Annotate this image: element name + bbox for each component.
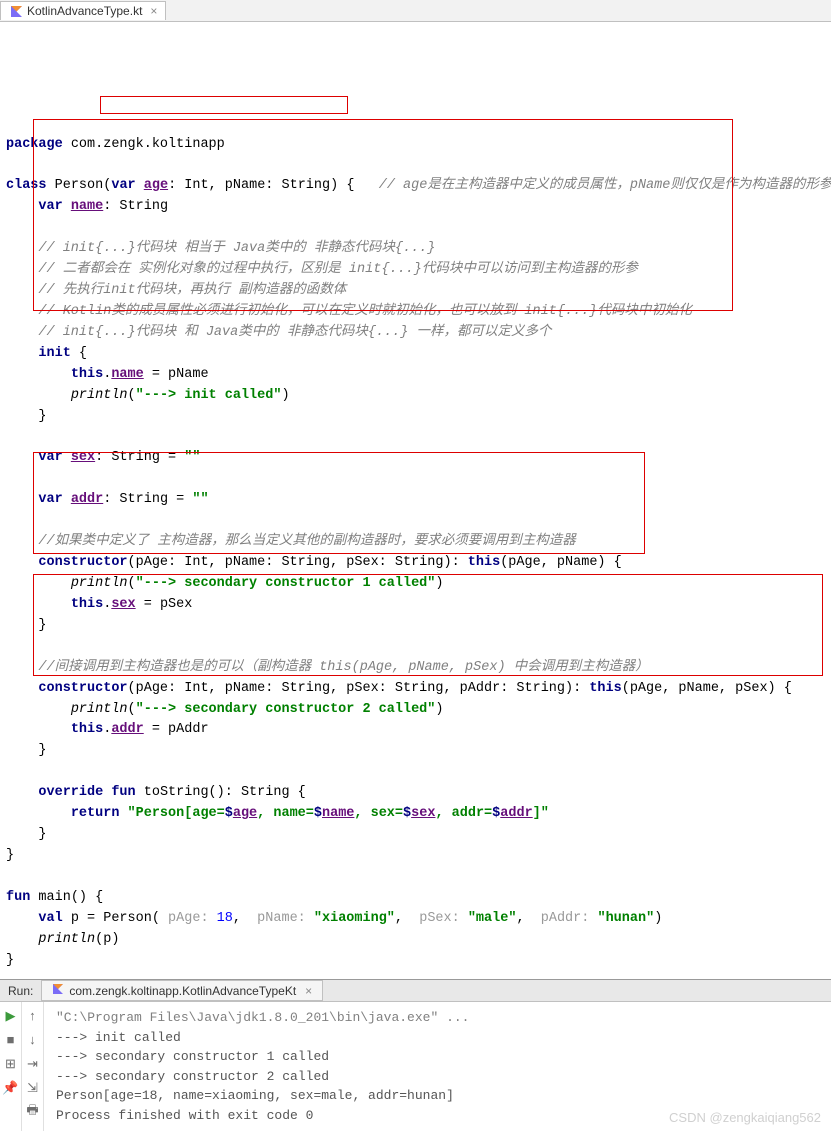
close-icon[interactable]: × [150, 4, 157, 18]
kotlin-icon [52, 983, 64, 998]
editor-tab[interactable]: KotlinAdvanceType.kt × [0, 1, 166, 20]
template: $ [403, 806, 411, 821]
code-text: (pAge: Int, pName: String, pSex: String,… [128, 681, 590, 696]
param-hint: pName: [257, 911, 314, 926]
keyword: override [38, 785, 103, 800]
output-line: ---> secondary constructor 1 called [56, 1047, 819, 1067]
run-header: Run: com.zengk.koltinapp.KotlinAdvanceTy… [0, 980, 831, 1002]
run-panel: Run: com.zengk.koltinapp.KotlinAdvanceTy… [0, 979, 831, 1131]
editor-tab-bar: KotlinAdvanceType.kt × [0, 0, 831, 22]
code-text: } [38, 827, 46, 842]
output-line: ---> init called [56, 1028, 819, 1048]
code-editor[interactable]: package com.zengk.koltinapp class Person… [0, 22, 831, 979]
string: "---> init called" [136, 388, 282, 403]
keyword: fun [6, 890, 30, 905]
code-text: { [71, 346, 87, 361]
string: , sex= [354, 806, 403, 821]
string: ]" [533, 806, 549, 821]
code-text: (pAge: Int, pName: String, pSex: String)… [128, 555, 468, 570]
string: , name= [257, 806, 314, 821]
keyword: fun [111, 785, 135, 800]
template: $ [314, 806, 322, 821]
watermark: CSDN @zengkaiqiang562 [669, 1110, 821, 1125]
keyword: return [71, 806, 120, 821]
number: 18 [217, 911, 233, 926]
run-config-tab[interactable]: com.zengk.koltinapp.KotlinAdvanceTypeKt … [41, 980, 323, 1001]
param-hint: pSex: [419, 911, 468, 926]
code-text: = pAddr [144, 722, 209, 737]
code-text: = pName [144, 367, 209, 382]
property: addr [111, 722, 143, 737]
play-icon[interactable]: ▶ [3, 1008, 19, 1024]
code-text: , [395, 911, 419, 926]
string: "male" [468, 911, 517, 926]
param-hint: pAddr: [541, 911, 598, 926]
code-text: } [38, 409, 46, 424]
code-text: (pAge, pName) { [500, 555, 622, 570]
output-line: "C:\Program Files\Java\jdk1.8.0_201\bin\… [56, 1008, 819, 1028]
string: "hunan" [597, 911, 654, 926]
output-line: ---> secondary constructor 2 called [56, 1067, 819, 1087]
code-text: ) [654, 911, 662, 926]
property: age [233, 806, 257, 821]
code-text: p = Person( [63, 911, 168, 926]
string: "Person[age= [128, 806, 225, 821]
output-line: Person[age=18, name=xiaoming, sex=male, … [56, 1086, 819, 1106]
pin-icon[interactable]: 📌 [3, 1080, 19, 1096]
up-icon[interactable]: ↑ [25, 1008, 41, 1024]
code-text: } [6, 953, 14, 968]
code-text: (pAge, pName, pSex) { [622, 681, 792, 696]
function-call: println [38, 932, 95, 947]
code-text: toString(): String { [136, 785, 306, 800]
wrap-icon[interactable]: ⇥ [25, 1056, 41, 1072]
function-call: println [71, 702, 128, 717]
keyword: this [71, 722, 103, 737]
keyword: this [589, 681, 621, 696]
scroll-icon[interactable]: ⇲ [25, 1080, 41, 1096]
run-toolbar-secondary: ↑ ↓ ⇥ ⇲ 🖶 [22, 1002, 44, 1131]
function-call: println [71, 388, 128, 403]
annotation-box [100, 96, 348, 114]
down-icon[interactable]: ↓ [25, 1032, 41, 1048]
keyword: constructor [38, 681, 127, 696]
run-label: Run: [0, 984, 41, 998]
annotation-box [33, 119, 733, 311]
code-text: main() { [30, 890, 103, 905]
string: , addr= [435, 806, 492, 821]
annotation-box [33, 574, 823, 676]
layout-icon[interactable]: ⊞ [3, 1056, 19, 1072]
keyword: this [71, 367, 103, 382]
tab-filename: KotlinAdvanceType.kt [27, 4, 142, 18]
code-text: , [233, 911, 257, 926]
run-config-name: com.zengk.koltinapp.KotlinAdvanceTypeKt [69, 984, 296, 998]
keyword: init [38, 346, 70, 361]
close-icon[interactable]: × [305, 984, 312, 998]
property: addr [500, 806, 532, 821]
keyword: this [468, 555, 500, 570]
property: name [322, 806, 354, 821]
comment: // init{...}代码块 和 Java类中的 非静态代码块{...} 一样… [38, 325, 551, 340]
string: "xiaoming" [314, 911, 395, 926]
code-text: } [6, 848, 14, 863]
run-toolbar-left: ▶ ■ ⊞ 📌 [0, 1002, 22, 1131]
code-text: } [38, 743, 46, 758]
code-text: (p) [95, 932, 119, 947]
property: sex [411, 806, 435, 821]
keyword: val [38, 911, 62, 926]
property: name [111, 367, 143, 382]
print-icon[interactable]: 🖶 [25, 1104, 41, 1120]
stop-icon[interactable]: ■ [3, 1032, 19, 1048]
annotation-box [33, 452, 645, 554]
kotlin-file-icon [9, 4, 23, 18]
keyword: constructor [38, 555, 127, 570]
template: $ [225, 806, 233, 821]
code-text: , [516, 911, 540, 926]
param-hint: pAge: [168, 911, 217, 926]
string: "---> secondary constructor 2 called" [136, 702, 436, 717]
